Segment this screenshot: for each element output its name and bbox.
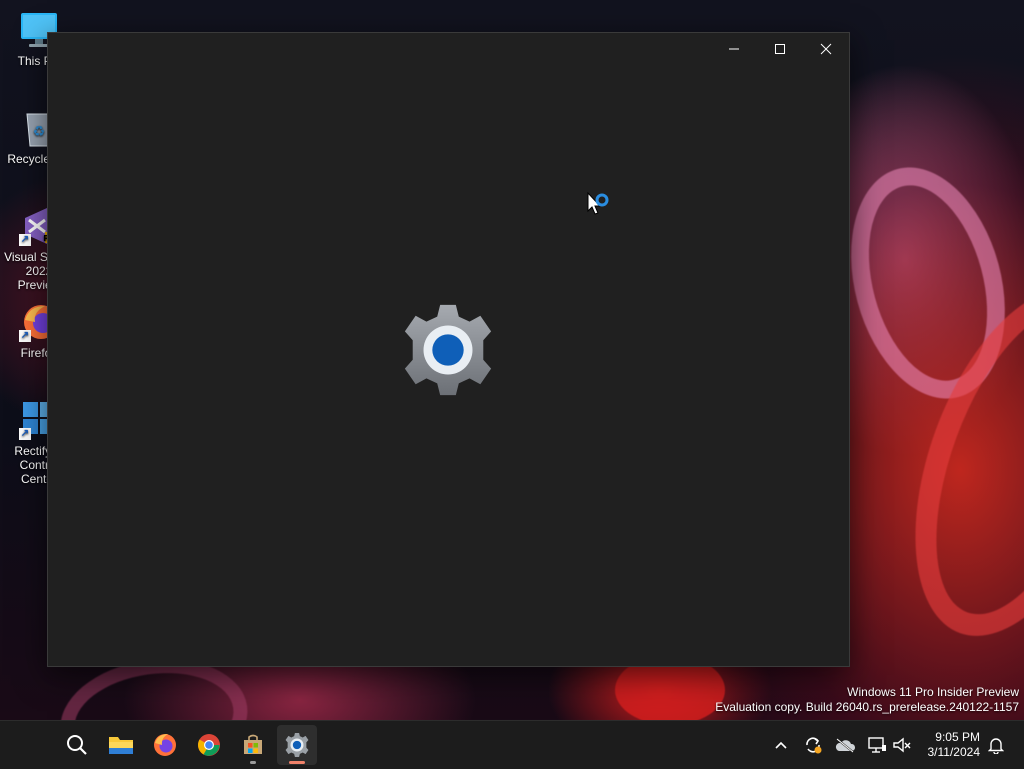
firefox-icon	[154, 734, 176, 756]
watermark-line-2: Evaluation copy. Build 26040.rs_prerelea…	[715, 700, 1019, 714]
store-icon	[244, 734, 262, 754]
taskbar-file-explorer-button[interactable]	[101, 725, 141, 765]
bell-icon	[988, 738, 1004, 754]
taskbar-search-button[interactable]	[57, 725, 97, 765]
taskbar-clock[interactable]: 9:05 PM 3/11/2024	[928, 730, 981, 760]
notification-center-button[interactable]	[984, 733, 1008, 757]
gear-icon	[399, 301, 497, 399]
show-hidden-icons-button[interactable]	[769, 733, 793, 757]
shortcut-arrow-icon: ↗	[19, 330, 31, 342]
taskbar-settings-button[interactable]	[277, 725, 317, 765]
network-tray-button[interactable]	[865, 733, 889, 757]
running-indicator	[250, 761, 256, 764]
clock-time: 9:05 PM	[935, 730, 980, 744]
onedrive-icon	[835, 738, 856, 753]
svg-text:♻: ♻	[33, 124, 46, 140]
taskbar-firefox-button[interactable]	[145, 725, 185, 765]
gear-icon	[285, 733, 309, 757]
minimize-button[interactable]	[711, 33, 757, 65]
os-watermark: Windows 11 Pro Insider Preview Evaluatio…	[715, 685, 1019, 715]
caption-buttons	[711, 33, 849, 65]
close-button[interactable]	[803, 33, 849, 65]
chrome-icon	[198, 734, 220, 756]
settings-window[interactable]	[47, 32, 850, 667]
clock-date: 3/11/2024	[927, 745, 981, 759]
chevron-up-icon	[775, 741, 787, 749]
volume-muted-icon	[893, 737, 911, 753]
search-icon	[67, 735, 87, 755]
active-indicator	[289, 761, 305, 764]
sync-icon	[806, 737, 822, 754]
minimize-icon	[729, 48, 739, 50]
shortcut-arrow-icon: ↗	[19, 234, 31, 246]
sync-tray-button[interactable]	[801, 733, 825, 757]
onedrive-tray-button[interactable]	[833, 733, 857, 757]
taskbar-chrome-button[interactable]	[189, 725, 229, 765]
volume-tray-button[interactable]	[890, 733, 914, 757]
maximize-icon	[775, 44, 785, 54]
folder-icon	[109, 737, 133, 754]
network-icon	[868, 737, 886, 753]
taskbar: 9:05 PM 3/11/2024	[0, 720, 1024, 769]
shortcut-arrow-icon: ↗	[19, 428, 31, 440]
busy-cursor	[587, 191, 613, 220]
close-icon	[820, 43, 832, 55]
watermark-line-1: Windows 11 Pro Insider Preview	[847, 685, 1019, 699]
taskbar-store-button[interactable]	[233, 725, 273, 765]
maximize-button[interactable]	[757, 33, 803, 65]
